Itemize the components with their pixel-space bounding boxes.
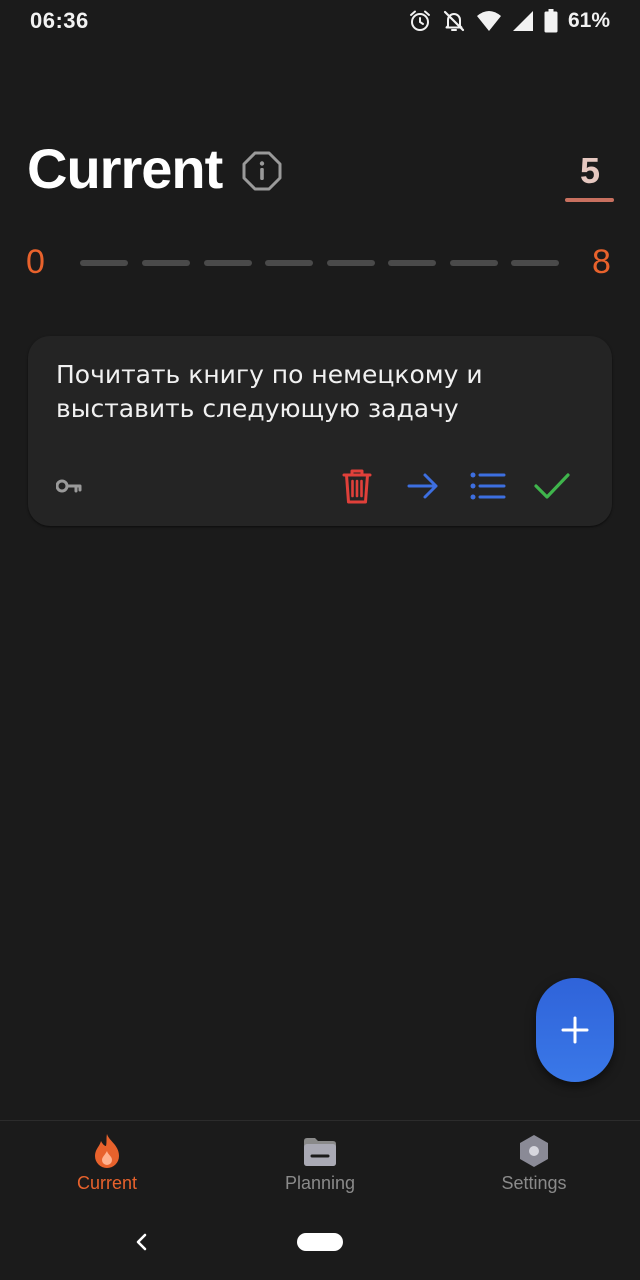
progress-segment	[327, 260, 375, 266]
battery-icon	[544, 9, 558, 33]
progress-segment	[450, 260, 498, 266]
nav-label-current: Current	[76, 1173, 138, 1193]
list-icon	[470, 472, 506, 500]
trash-icon	[342, 469, 372, 504]
status-time: 06:36	[30, 8, 89, 33]
page-title: Current	[27, 137, 223, 200]
nav-item-settings[interactable]: Settings	[464, 1121, 604, 1207]
home-button[interactable]	[297, 1233, 343, 1251]
screen: 06:36 61% Current 5 0 8 Почитать книгу п…	[0, 0, 640, 1280]
subtasks-button[interactable]	[466, 464, 510, 508]
fire-icon	[87, 1131, 127, 1171]
plus-icon	[561, 1016, 589, 1044]
score-underline	[565, 198, 614, 202]
back-button[interactable]	[128, 1228, 156, 1256]
status-bar: 06:36 61%	[0, 0, 640, 44]
score-counter[interactable]: 5	[566, 150, 614, 192]
status-icons: 61%	[408, 6, 610, 36]
progress-segment	[142, 260, 190, 266]
progress-segment	[80, 260, 128, 266]
progress-track	[80, 260, 560, 266]
progress-min-label: 0	[26, 243, 45, 281]
bottom-navigation: Current Planning Settings	[0, 1120, 640, 1211]
battery-percentage: 61%	[567, 9, 610, 32]
folder-icon	[300, 1131, 340, 1171]
progress-max-label: 8	[592, 243, 611, 281]
progress-segment	[265, 260, 313, 266]
progress-segment	[388, 260, 436, 266]
nav-label-planning: Planning	[284, 1173, 356, 1193]
nav-label-settings: Settings	[501, 1173, 567, 1193]
wifi-icon	[476, 11, 501, 31]
move-forward-button[interactable]	[401, 464, 445, 508]
progress-segment	[511, 260, 559, 266]
notifications-off-icon	[443, 10, 465, 32]
arrow-right-icon	[407, 473, 438, 499]
chevron-left-icon	[136, 1233, 147, 1251]
nav-item-planning[interactable]: Planning	[250, 1121, 390, 1207]
add-task-button[interactable]	[536, 978, 614, 1082]
key-icon	[55, 476, 82, 496]
alarm-icon	[409, 10, 430, 31]
check-icon	[534, 473, 570, 499]
hexagon-gear-icon	[514, 1131, 554, 1171]
complete-button[interactable]	[530, 464, 574, 508]
system-navigation-bar	[0, 1210, 640, 1280]
task-text: Почитать книгу по немецкому и выставить …	[56, 360, 483, 423]
info-octagon-icon[interactable]	[242, 151, 282, 191]
delete-button[interactable]	[335, 464, 379, 508]
task-card[interactable]: Почитать книгу по немецкому и выставить …	[28, 336, 612, 526]
signal-icon	[512, 11, 533, 31]
nav-item-current[interactable]: Current	[37, 1121, 177, 1207]
progress-segment	[204, 260, 252, 266]
